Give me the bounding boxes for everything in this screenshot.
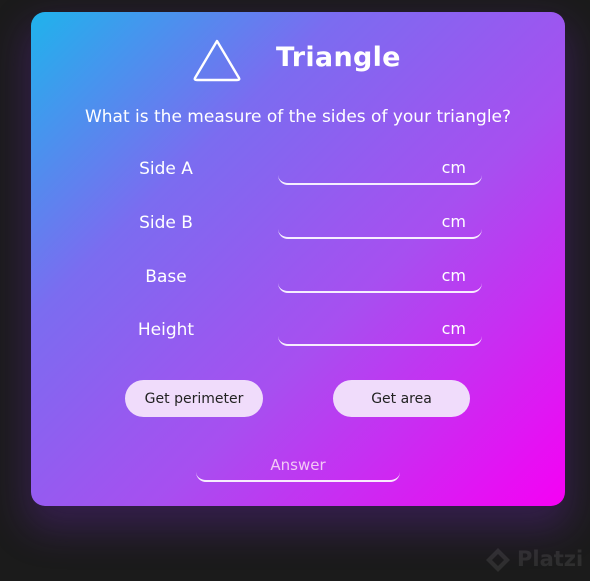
side-b-input[interactable] bbox=[278, 209, 432, 237]
field-row-side-b: Side B cm bbox=[31, 209, 565, 245]
platzi-watermark: Platzi bbox=[484, 543, 590, 577]
answer-output[interactable]: Answer bbox=[196, 456, 400, 474]
side-a-unit: cm bbox=[441, 158, 466, 177]
triangle-outline-icon bbox=[193, 39, 241, 82]
side-b-label: Side B bbox=[139, 213, 193, 233]
height-field: cm bbox=[278, 316, 482, 346]
base-input[interactable] bbox=[278, 263, 432, 291]
base-label: Base bbox=[145, 267, 187, 287]
field-row-base: Base cm bbox=[31, 263, 565, 299]
platzi-logo-icon bbox=[486, 548, 510, 572]
side-a-field: cm bbox=[278, 155, 482, 185]
height-unit: cm bbox=[441, 319, 466, 338]
page-title: Triangle bbox=[276, 42, 401, 73]
get-area-button[interactable]: Get area bbox=[333, 380, 470, 417]
question-text: What is the measure of the sides of your… bbox=[84, 107, 512, 127]
get-perimeter-button[interactable]: Get perimeter bbox=[125, 380, 263, 417]
triangle-card: Triangle What is the measure of the side… bbox=[31, 12, 565, 506]
side-b-unit: cm bbox=[441, 212, 466, 231]
side-a-label: Side A bbox=[139, 159, 193, 179]
height-label: Height bbox=[137, 320, 195, 340]
base-unit: cm bbox=[441, 266, 466, 285]
base-field: cm bbox=[278, 263, 482, 293]
watermark-text: Platzi bbox=[517, 547, 584, 571]
side-a-input[interactable] bbox=[278, 155, 432, 183]
height-input[interactable] bbox=[278, 316, 432, 344]
side-b-field: cm bbox=[278, 209, 482, 239]
field-row-side-a: Side A cm bbox=[31, 155, 565, 191]
answer-field: Answer bbox=[196, 456, 400, 482]
card-header: Triangle bbox=[31, 38, 565, 98]
field-row-height: Height cm bbox=[31, 316, 565, 352]
page: Triangle What is the measure of the side… bbox=[0, 0, 590, 581]
